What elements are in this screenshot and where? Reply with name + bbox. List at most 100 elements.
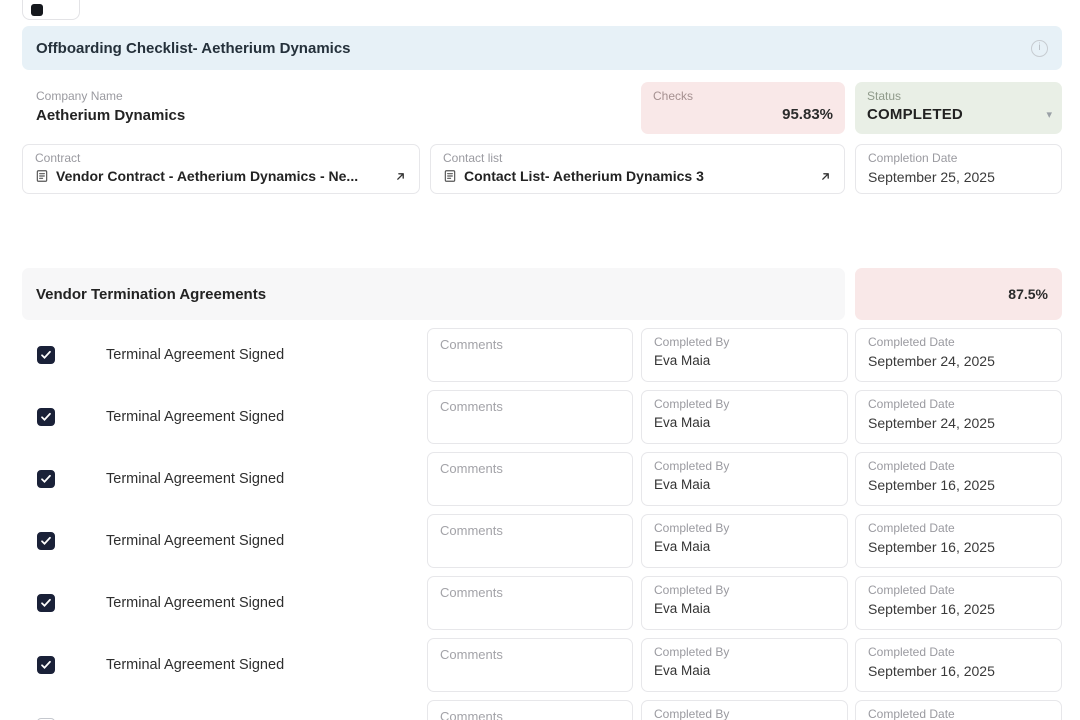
row-checkbox[interactable] bbox=[37, 656, 55, 674]
completed-date-field[interactable]: Completed Date September 16, 2025 bbox=[855, 514, 1062, 568]
completed-date-value: September 24, 2025 bbox=[868, 353, 1049, 369]
checklist-row: Terminal Agreement Signed Completed By E… bbox=[22, 638, 1062, 692]
summary-row: Company Name Aetherium Dynamics Checks 9… bbox=[22, 82, 1062, 134]
completed-by-label: Completed By bbox=[654, 645, 835, 659]
completion-date-value: September 25, 2025 bbox=[868, 169, 1049, 185]
completed-date-value: September 16, 2025 bbox=[868, 477, 1049, 493]
completed-date-field[interactable]: Completed Date September 24, 2025 bbox=[855, 328, 1062, 382]
completed-by-label: Completed By bbox=[654, 521, 835, 535]
chevron-down-icon: ▾ bbox=[1046, 108, 1052, 121]
checklist-row: Completed By Completed Date bbox=[22, 700, 1062, 720]
contract-field[interactable]: Contract Vendor Contract - Aetherium Dyn… bbox=[22, 144, 420, 194]
status-label: Status bbox=[867, 89, 1050, 103]
section-header-row: Vendor Termination Agreements 87.5% bbox=[22, 268, 1062, 320]
completion-date-label: Completion Date bbox=[868, 151, 1049, 165]
completed-by-label: Completed By bbox=[654, 397, 835, 411]
checklist-row: Terminal Agreement Signed Completed By E… bbox=[22, 328, 1062, 382]
checklist-item-label: Terminal Agreement Signed bbox=[106, 533, 284, 549]
row-checkbox[interactable] bbox=[37, 470, 55, 488]
contact-list-label: Contact list bbox=[443, 151, 832, 165]
completed-by-field[interactable]: Completed By Eva Maia bbox=[641, 514, 848, 568]
status-dropdown[interactable]: Status COMPLETED ▾ bbox=[855, 82, 1062, 134]
comments-input[interactable] bbox=[427, 514, 633, 568]
checklist-item-label: Terminal Agreement Signed bbox=[106, 347, 284, 363]
checklist-item-label: Terminal Agreement Signed bbox=[106, 595, 284, 611]
completed-by-field[interactable]: Completed By Eva Maia bbox=[641, 390, 848, 444]
row-checkbox[interactable] bbox=[37, 408, 55, 426]
completed-by-field[interactable]: Completed By Eva Maia bbox=[641, 328, 848, 382]
document-icon bbox=[35, 169, 49, 183]
company-name-field: Company Name Aetherium Dynamics bbox=[22, 82, 631, 134]
completed-by-field[interactable]: Completed By Eva Maia bbox=[641, 638, 848, 692]
completed-by-value: Eva Maia bbox=[654, 353, 835, 368]
company-name-value: Aetherium Dynamics bbox=[36, 107, 617, 124]
checklist-row: Terminal Agreement Signed Completed By E… bbox=[22, 390, 1062, 444]
completed-date-label: Completed Date bbox=[868, 335, 1049, 349]
comments-input[interactable] bbox=[427, 390, 633, 444]
row-checkbox[interactable] bbox=[37, 594, 55, 612]
completed-by-value: Eva Maia bbox=[654, 663, 835, 678]
status-value: COMPLETED bbox=[867, 106, 1050, 123]
completed-by-value: Eva Maia bbox=[654, 477, 835, 492]
checklist-header: Offboarding Checklist- Aetherium Dynamic… bbox=[22, 26, 1062, 70]
completed-by-value: Eva Maia bbox=[654, 601, 835, 616]
external-link-icon[interactable] bbox=[394, 170, 407, 183]
contact-list-field[interactable]: Contact list Contact List- Aetherium Dyn… bbox=[430, 144, 845, 194]
section-percent-badge: 87.5% bbox=[855, 268, 1062, 320]
company-name-label: Company Name bbox=[36, 89, 617, 103]
contact-list-link[interactable]: Contact List- Aetherium Dynamics 3 bbox=[464, 168, 811, 184]
browser-tab[interactable] bbox=[22, 0, 80, 20]
top-bar bbox=[0, 0, 1080, 20]
completed-date-value: September 16, 2025 bbox=[868, 601, 1049, 617]
completed-date-label: Completed Date bbox=[868, 583, 1049, 597]
completed-by-field[interactable]: Completed By Eva Maia bbox=[641, 576, 848, 630]
completed-date-field[interactable]: Completed Date bbox=[855, 700, 1062, 720]
completed-by-label: Completed By bbox=[654, 459, 835, 473]
checks-field: Checks 95.83% bbox=[641, 82, 845, 134]
completed-by-label: Completed By bbox=[654, 583, 835, 597]
contract-label: Contract bbox=[35, 151, 407, 165]
comments-input[interactable] bbox=[427, 452, 633, 506]
completed-date-label: Completed Date bbox=[868, 459, 1049, 473]
checks-label: Checks bbox=[653, 89, 833, 103]
comments-input[interactable] bbox=[427, 700, 633, 720]
checklist-item-label: Terminal Agreement Signed bbox=[106, 409, 284, 425]
contract-link[interactable]: Vendor Contract - Aetherium Dynamics - N… bbox=[56, 168, 386, 184]
completed-date-label: Completed Date bbox=[868, 707, 1049, 720]
completion-date-field[interactable]: Completion Date September 25, 2025 bbox=[855, 144, 1062, 194]
completed-by-field[interactable]: Completed By bbox=[641, 700, 848, 720]
row-checkbox[interactable] bbox=[37, 532, 55, 550]
checklist-row: Terminal Agreement Signed Completed By E… bbox=[22, 576, 1062, 630]
checks-value: 95.83% bbox=[653, 106, 833, 123]
main-content: Offboarding Checklist- Aetherium Dynamic… bbox=[0, 20, 1080, 720]
comments-input[interactable] bbox=[427, 576, 633, 630]
info-icon[interactable]: i bbox=[1031, 40, 1048, 57]
completed-date-field[interactable]: Completed Date September 16, 2025 bbox=[855, 576, 1062, 630]
completed-date-value: September 16, 2025 bbox=[868, 663, 1049, 679]
completed-date-field[interactable]: Completed Date September 16, 2025 bbox=[855, 452, 1062, 506]
completed-date-field[interactable]: Completed Date September 16, 2025 bbox=[855, 638, 1062, 692]
offboarding-checklist-page: Offboarding Checklist- Aetherium Dynamic… bbox=[0, 0, 1080, 720]
page-title: Offboarding Checklist- Aetherium Dynamic… bbox=[36, 40, 351, 57]
completed-date-value: September 16, 2025 bbox=[868, 539, 1049, 555]
comments-input[interactable] bbox=[427, 328, 633, 382]
linked-fields-row: Contract Vendor Contract - Aetherium Dyn… bbox=[22, 144, 1062, 194]
completed-date-label: Completed Date bbox=[868, 397, 1049, 411]
section-title: Vendor Termination Agreements bbox=[22, 268, 845, 320]
checklist-row: Terminal Agreement Signed Completed By E… bbox=[22, 514, 1062, 568]
external-link-icon[interactable] bbox=[819, 170, 832, 183]
checklist-row: Terminal Agreement Signed Completed By E… bbox=[22, 452, 1062, 506]
checklist-item-label: Terminal Agreement Signed bbox=[106, 657, 284, 673]
row-checkbox[interactable] bbox=[37, 346, 55, 364]
completed-by-field[interactable]: Completed By Eva Maia bbox=[641, 452, 848, 506]
completed-date-label: Completed Date bbox=[868, 521, 1049, 535]
comments-input[interactable] bbox=[427, 638, 633, 692]
completed-date-field[interactable]: Completed Date September 24, 2025 bbox=[855, 390, 1062, 444]
completed-date-value: September 24, 2025 bbox=[868, 415, 1049, 431]
completed-by-label: Completed By bbox=[654, 707, 835, 720]
completed-by-label: Completed By bbox=[654, 335, 835, 349]
checklist-item-label: Terminal Agreement Signed bbox=[106, 471, 284, 487]
document-icon bbox=[443, 169, 457, 183]
completed-by-value: Eva Maia bbox=[654, 415, 835, 430]
completed-by-value: Eva Maia bbox=[654, 539, 835, 554]
